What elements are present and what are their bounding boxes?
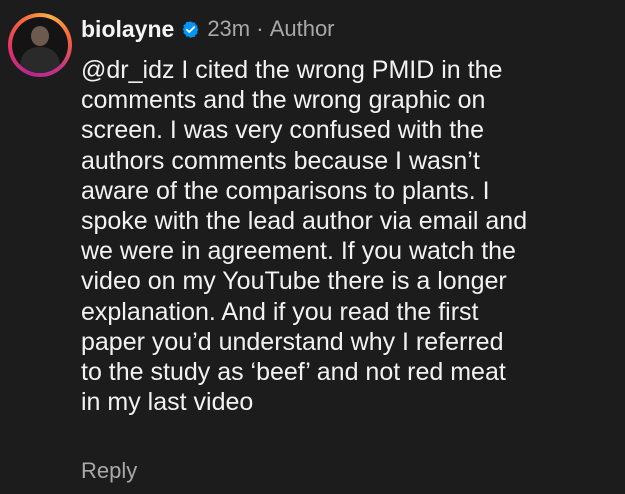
comment-text-line: @dr_idz I cited the wrong PMID in the	[81, 56, 503, 84]
comment-text-line: in my last video	[81, 388, 254, 417]
comment-text-line: screen. I was very confused with the	[81, 116, 484, 145]
comment-header: biolayne 23m · Author	[81, 12, 335, 46]
comment-text: @dr_idz I cited the wrong PMID in the co…	[81, 55, 621, 417]
comment-time: 23m	[207, 16, 251, 41]
verified-badge-icon	[181, 20, 200, 39]
comment-text-line: to the study as ‘beef’ and not red meat	[81, 358, 506, 387]
comment-text-line: explanation. And if you read the first	[81, 297, 479, 326]
comment-text-line: aware of the comparisons to plants. I	[81, 176, 490, 205]
comment-text-line: paper you’d understand why I referred	[81, 327, 504, 356]
separator-dot: ·	[256, 16, 264, 41]
meta-separator: ·	[250, 16, 270, 42]
reply-button[interactable]: Reply	[81, 458, 137, 484]
comment-text-line: video on my YouTube there is a longer	[81, 267, 507, 296]
comment-text-line: we were in agreement. If you watch the	[81, 237, 516, 266]
avatar-body-shape	[20, 47, 60, 73]
avatar-image	[12, 17, 68, 73]
comment-text-line: authors comments because I wasn’t	[81, 146, 480, 175]
comment-text-line: spoke with the lead author via email and	[81, 207, 528, 236]
comment-item: biolayne 23m · Author @dr_idz I cited th…	[0, 0, 625, 494]
username-link[interactable]: biolayne	[81, 16, 174, 43]
avatar[interactable]	[8, 13, 72, 77]
comment-text-line: comments and the wrong graphic on	[81, 86, 486, 115]
avatar-head-shape	[31, 26, 49, 46]
author-label: Author	[269, 16, 335, 41]
